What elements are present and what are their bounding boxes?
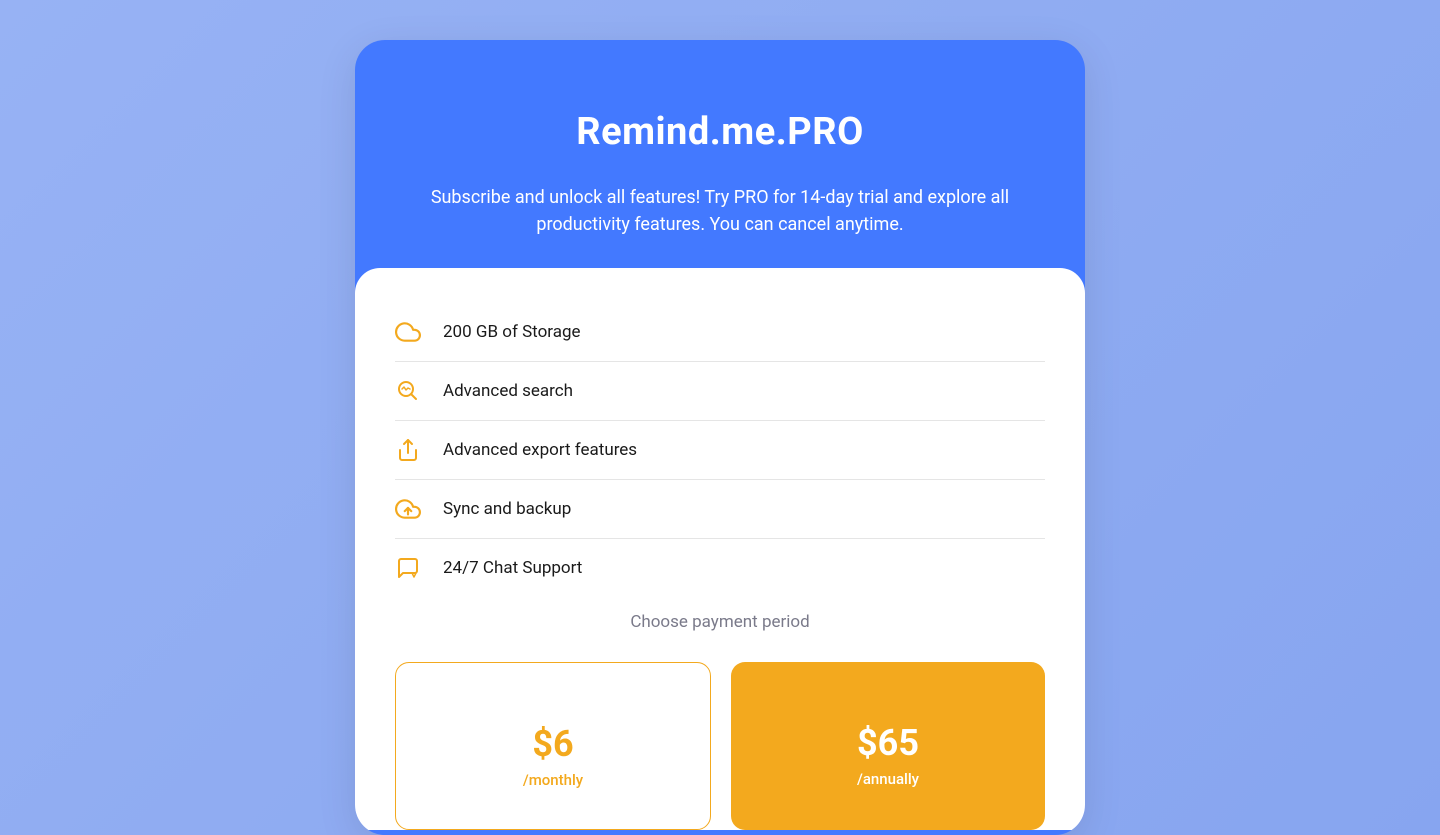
plan-price: $6 xyxy=(416,723,690,765)
card-title: Remind.me.PRO xyxy=(355,110,1085,154)
search-icon xyxy=(395,378,421,404)
plan-period: /monthly xyxy=(416,771,690,789)
feature-label: Sync and backup xyxy=(443,499,571,519)
plan-price: $65 xyxy=(751,722,1025,764)
plan-annually[interactable]: $65 /annually xyxy=(731,662,1045,830)
feature-export: Advanced export features xyxy=(395,420,1045,479)
feature-chat: 24/7 Chat Support xyxy=(395,538,1045,597)
export-icon xyxy=(395,437,421,463)
feature-label: Advanced search xyxy=(443,381,573,401)
card-subtitle: Subscribe and unlock all features! Try P… xyxy=(355,184,1085,238)
sync-icon xyxy=(395,496,421,522)
plan-period: /annually xyxy=(751,770,1025,788)
feature-search: Advanced search xyxy=(395,361,1045,420)
subscription-card: Remind.me.PRO Subscribe and unlock all f… xyxy=(355,40,1085,835)
cloud-icon xyxy=(395,319,421,345)
plans-row: $6 /monthly $65 /annually xyxy=(395,662,1045,830)
feature-storage: 200 GB of Storage xyxy=(395,303,1045,361)
features-panel: 200 GB of Storage Advanced search Advanc… xyxy=(355,268,1085,830)
plan-monthly[interactable]: $6 /monthly xyxy=(395,662,711,830)
chat-icon xyxy=(395,555,421,581)
feature-label: 200 GB of Storage xyxy=(443,322,581,342)
feature-label: Advanced export features xyxy=(443,440,637,460)
feature-label: 24/7 Chat Support xyxy=(443,558,582,578)
choose-period-label: Choose payment period xyxy=(395,612,1045,632)
feature-sync: Sync and backup xyxy=(395,479,1045,538)
